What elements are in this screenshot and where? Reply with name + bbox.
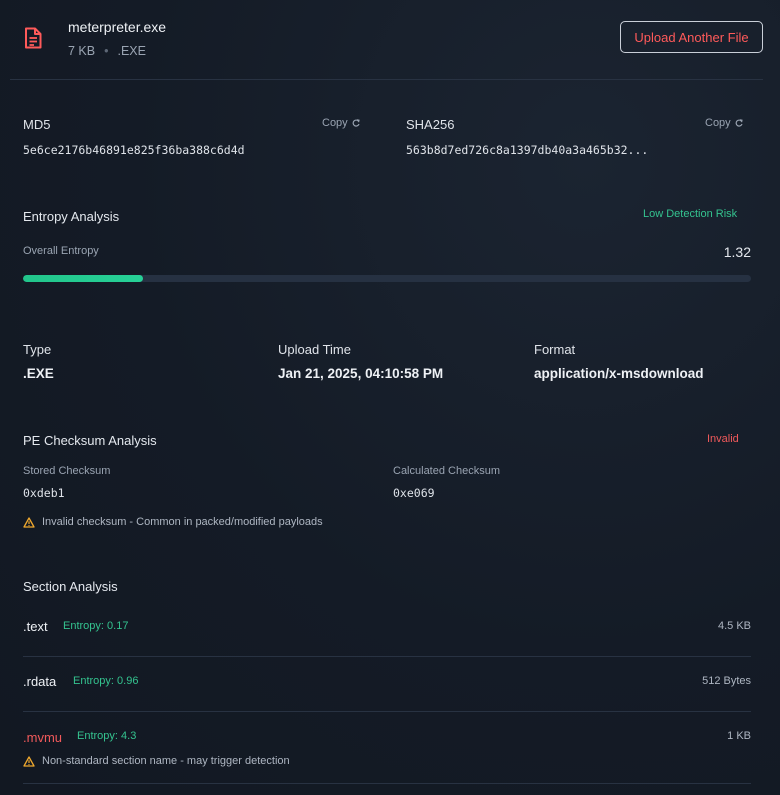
sha256-copy-button[interactable]: Copy [705,117,743,129]
section-divider [23,783,751,784]
entropy-progress-fill [23,275,144,282]
stored-checksum-label: Stored Checksum [23,465,111,477]
section-size: 1 KB [727,730,751,742]
upload-another-file-button[interactable]: Upload Another File [620,21,763,53]
section-warning-text: Non-standard section name - may trigger … [42,755,290,767]
checksum-warning-text: Invalid checksum - Common in packed/modi… [42,516,323,528]
format-value: application/x-msdownload [534,366,704,381]
entropy-progress-bar [23,275,751,282]
overall-entropy-value: 1.32 [723,244,751,260]
md5-copy-label: Copy [322,117,348,129]
file-size: 7 KB [68,44,96,58]
detection-risk-badge: Low Detection Risk [643,208,738,220]
warning-icon [23,516,35,528]
meta-separator: • [104,44,109,58]
sha256-value: 563b8d7ed726c8a1397db40a3a465b32... [406,143,649,157]
type-label: Type [23,342,52,357]
section-size: 512 Bytes [702,675,751,687]
section-divider [23,656,751,657]
entropy-analysis-title: Entropy Analysis [23,209,120,224]
section-divider [23,711,751,712]
warning-icon [23,755,35,767]
upload-time-label: Upload Time [278,342,351,357]
format-label: Format [534,342,576,357]
md5-copy-button[interactable]: Copy [322,117,360,129]
copy-icon [352,118,360,127]
sha256-copy-label: Copy [705,117,731,129]
copy-icon [735,118,743,127]
section-entropy: Entropy: 0.17 [63,620,129,632]
file-extension: .EXE [117,44,147,58]
overall-entropy-label: Overall Entropy [23,245,99,257]
section-name: .rdata [23,674,57,689]
section-warning: Non-standard section name - may trigger … [23,755,290,767]
section-entropy: Entropy: 4.3 [77,730,137,742]
checksum-warning: Invalid checksum - Common in packed/modi… [23,516,323,528]
file-header: meterpreter.exe 7 KB • .EXE Upload Another… [10,0,763,80]
file-meta: 7 KB • .EXE [68,44,146,58]
section-analysis-title: Section Analysis [23,579,118,594]
file-document-icon [25,27,42,49]
upload-time-value: Jan 21, 2025, 04:10:58 PM [278,366,444,381]
section-entropy: Entropy: 0.96 [73,675,139,687]
calculated-checksum-value: 0xe069 [393,486,435,500]
md5-value: 5e6ce2176b46891e825f36ba388c6d4d [23,143,245,157]
sha256-label: SHA256 [406,117,455,132]
md5-label: MD5 [23,117,51,132]
section-name: .mvmu [23,730,62,745]
section-size: 4.5 KB [717,620,751,632]
section-name: .text [23,619,48,634]
checksum-status-badge: Invalid [707,433,739,445]
file-name: meterpreter.exe [68,19,167,35]
pe-checksum-title: PE Checksum Analysis [23,433,157,448]
type-value: .EXE [23,366,54,381]
calculated-checksum-label: Calculated Checksum [393,465,500,477]
stored-checksum-value: 0xdeb1 [23,486,65,500]
